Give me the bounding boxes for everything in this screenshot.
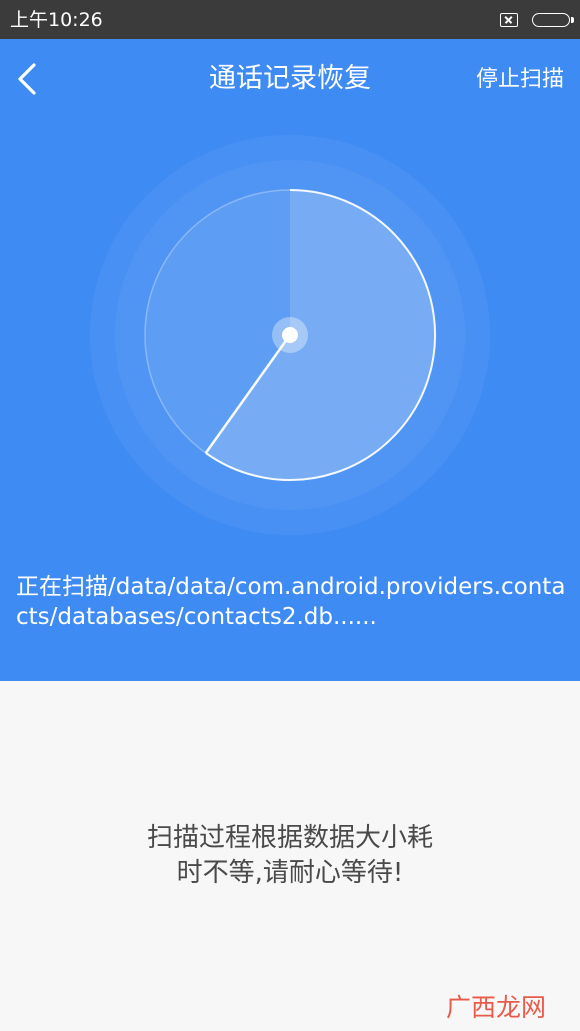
radar-scanner xyxy=(90,135,490,535)
status-time: 上午10:26 xyxy=(10,9,103,31)
content-area: 扫描过程根据数据大小耗 时不等,请耐心等待! 广西龙网 xyxy=(0,681,580,1031)
scan-header: 通话记录恢复 停止扫描 正在扫描/data/data/com.android.p… xyxy=(0,39,580,681)
watermark: 广西龙网 xyxy=(445,993,546,1022)
notification-blocked-icon xyxy=(500,13,518,27)
status-bar: 上午10:26 xyxy=(0,0,580,39)
waiting-message: 扫描过程根据数据大小耗 时不等,请耐心等待! xyxy=(110,821,470,891)
scan-status-text: 正在扫描/data/data/com.android.providers.con… xyxy=(16,574,566,630)
status-icons xyxy=(500,9,574,31)
battery-icon xyxy=(532,13,574,27)
radar-center-dot xyxy=(282,327,298,343)
stop-scan-button[interactable]: 停止扫描 xyxy=(476,65,564,95)
waiting-message-line-2: 时不等,请耐心等待! xyxy=(176,858,404,888)
back-button[interactable] xyxy=(10,57,50,101)
page-title: 通话记录恢复 xyxy=(209,63,371,94)
chevron-left-icon xyxy=(18,63,36,95)
waiting-message-line-1: 扫描过程根据数据大小耗 xyxy=(146,823,433,853)
